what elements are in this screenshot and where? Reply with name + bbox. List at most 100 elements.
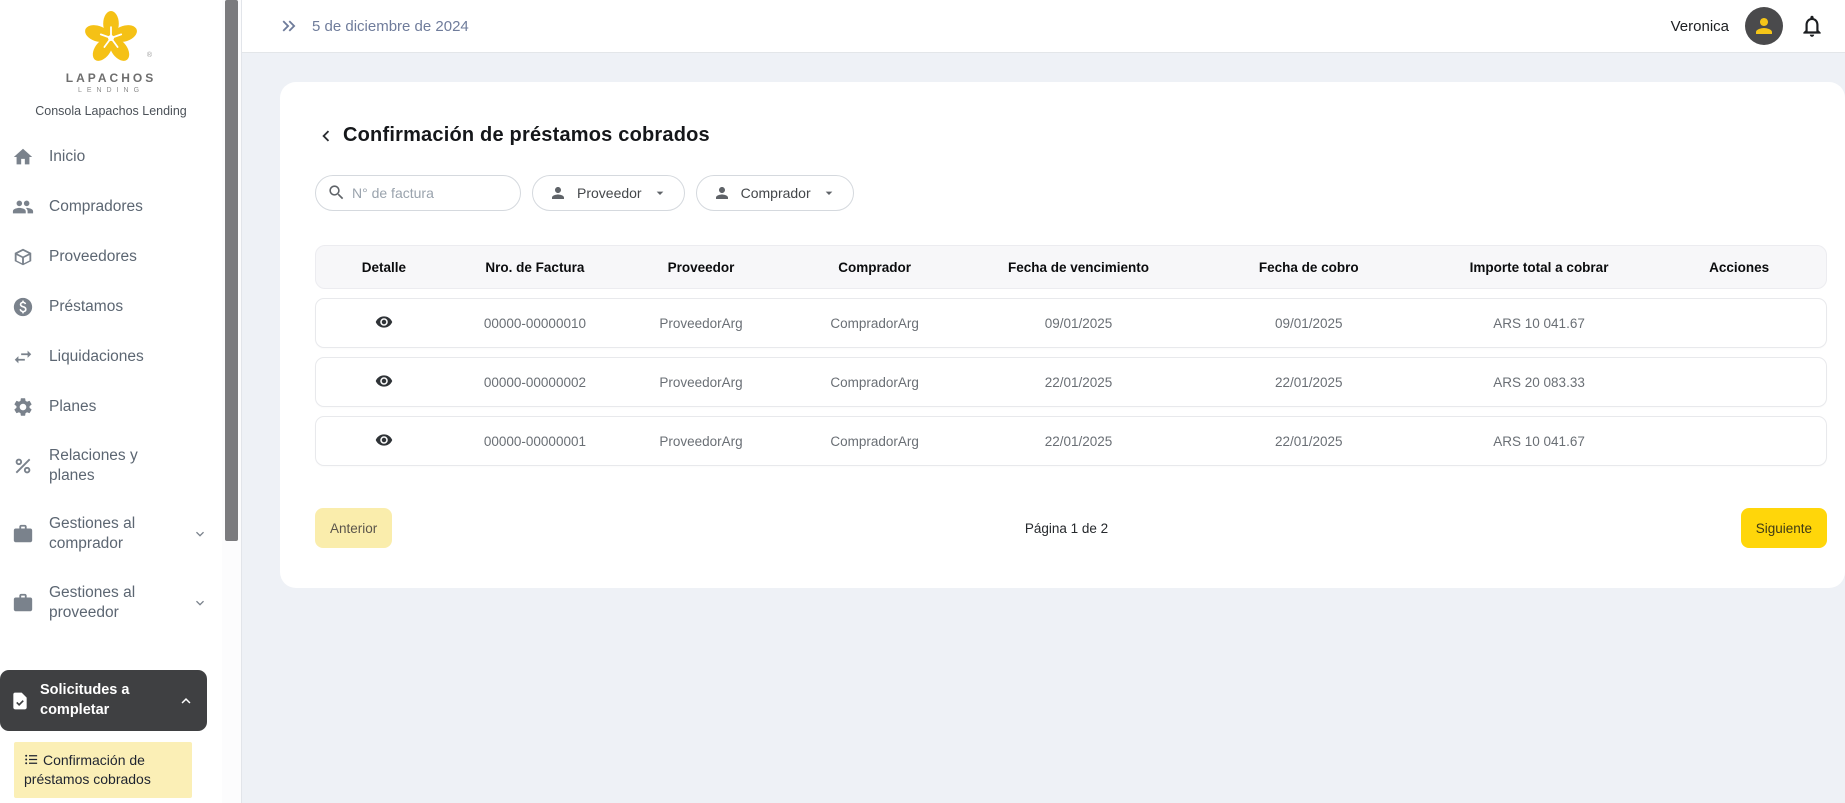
document-check-icon (13, 692, 27, 709)
sidebar-item-label: Proveedores (49, 247, 137, 265)
back-chevron-icon[interactable] (315, 125, 337, 147)
person-icon (552, 187, 564, 199)
brand-logo: ® LAPACHOS LENDING Consola Lapachos Lend… (0, 6, 222, 118)
view-detail-eye-icon[interactable] (373, 429, 395, 454)
user-avatar[interactable] (1745, 7, 1783, 45)
checklist-icon (25, 754, 38, 765)
buyers-people-icon (12, 200, 34, 214)
brand-name: LAPACHOS (65, 71, 157, 85)
sidebar-item-relaciones-y-planes[interactable]: Relaciones y planes (0, 432, 222, 500)
fecha-vencimiento: 22/01/2025 (1044, 374, 1113, 390)
person-icon (1756, 18, 1772, 34)
title-row: Confirmación de préstamos cobrados (315, 124, 1827, 147)
briefcase-icon (13, 525, 33, 543)
invoice-number: 00000-00000002 (483, 374, 586, 390)
sidebar-item-inicio[interactable]: Inicio (0, 132, 222, 182)
view-detail-eye-icon[interactable] (373, 311, 395, 336)
sidebar-scrollbar[interactable] (222, 0, 242, 803)
table-header: Detalle Nro. de Factura Proveedor Compra… (315, 245, 1827, 289)
confirmation-card: Confirmación de préstamos cobrados Prove… (280, 82, 1845, 588)
briefcase-icon (13, 593, 33, 611)
comprador-name: CompradorArg (830, 374, 919, 390)
chevron-down-icon (196, 532, 204, 538)
scrollbar-thumb[interactable] (225, 0, 238, 541)
home-icon (13, 148, 33, 165)
sidebar-subitem-confirmacion-prestamos-cobrados[interactable]: Confirmación de préstamos cobrados (14, 742, 192, 798)
comprador-name: CompradorArg (830, 433, 919, 449)
filters-row: Proveedor Comprador (315, 175, 1827, 211)
table-row: 00000-00000001 ProveedorArg CompradorArg… (315, 416, 1827, 466)
col-header-fecha-cobro: Fecha de cobro (1258, 259, 1359, 275)
table-row: 00000-00000002 ProveedorArg CompradorArg… (315, 357, 1827, 407)
sidebar-item-label: Inicio (49, 147, 86, 165)
person-icon (715, 187, 728, 199)
sidebar-item-liquidaciones[interactable]: Liquidaciones (0, 332, 222, 382)
sidebar-item-compradores[interactable]: Compradores (0, 182, 222, 232)
sidebar-item-proveedores[interactable]: Proveedores (0, 232, 222, 282)
user-name: Veronica (1670, 17, 1729, 35)
sidebar-item-prestamos[interactable]: Préstamos (0, 282, 222, 332)
next-page-button[interactable]: Siguiente (1740, 508, 1827, 548)
sidebar-item-gestiones-al-comprador[interactable]: Gestiones al comprador (0, 500, 222, 568)
invoice-number: 00000-00000010 (483, 315, 586, 331)
filter-label: Comprador (740, 185, 811, 201)
sidebar: ® LAPACHOS LENDING Consola Lapachos Lend… (0, 0, 222, 803)
page-info: Página 1 de 2 (1024, 520, 1109, 536)
proveedor-name: ProveedorArg (659, 433, 743, 449)
percent-icon (15, 458, 31, 474)
col-header-importe: Importe total a cobrar (1469, 259, 1609, 275)
proveedor-name: ProveedorArg (659, 315, 743, 331)
sidebar-item-solicitudes-a-completar[interactable]: Solicitudes a completar (0, 670, 207, 732)
loans-table: Detalle Nro. de Factura Proveedor Compra… (315, 245, 1827, 466)
fecha-vencimiento: 22/01/2025 (1044, 433, 1113, 449)
sidebar-bottom-group: Solicitudes a completar Confirmación de … (0, 670, 222, 803)
search-icon (329, 185, 344, 200)
sidebar-subitem-label: Confirmación de préstamos cobrados (24, 752, 151, 788)
lapachos-flower-icon: ® (78, 8, 152, 73)
sidebar-item-planes[interactable]: Planes (0, 382, 222, 432)
invoice-search (315, 175, 521, 211)
swap-arrows-icon (14, 350, 32, 364)
topbar: 5 de diciembre de 2024 Veronica (242, 0, 1845, 53)
current-date: 5 de diciembre de 2024 (312, 17, 469, 35)
importe-total: ARS 20 083.33 (1493, 374, 1585, 390)
caret-down-icon (656, 191, 663, 195)
content-area: Confirmación de préstamos cobrados Prove… (242, 53, 1845, 803)
table-row: 00000-00000010 ProveedorArg CompradorArg… (315, 298, 1827, 348)
sidebar-item-gestiones-al-proveedor[interactable]: Gestiones al proveedor (0, 569, 222, 637)
sidebar-item-label: Solicitudes a completar (40, 682, 130, 718)
sidebar-item-label: Planes (49, 397, 97, 415)
caret-down-icon (825, 191, 832, 195)
comprador-name: CompradorArg (830, 315, 919, 331)
proveedor-filter-dropdown[interactable]: Proveedor (532, 175, 685, 211)
col-header-nro-factura: Nro. de Factura (485, 259, 585, 275)
importe-total: ARS 10 041.67 (1493, 315, 1585, 331)
sidebar-item-label: Liquidaciones (49, 347, 144, 365)
importe-total: ARS 10 041.67 (1493, 433, 1585, 449)
comprador-filter-dropdown[interactable]: Comprador (695, 175, 854, 211)
col-header-detalle: Detalle (361, 259, 407, 275)
pagination: Anterior Página 1 de 2 Siguiente (315, 508, 1827, 548)
coin-dollar-icon (13, 297, 33, 317)
col-header-proveedor: Proveedor (667, 259, 735, 275)
notifications-bell-icon[interactable] (1799, 13, 1825, 39)
double-chevron-right-icon[interactable] (278, 15, 300, 37)
sidebar-item-label: Gestiones al proveedor (49, 583, 136, 621)
invoice-number: 00000-00000001 (483, 433, 586, 449)
chevron-up-icon (181, 697, 191, 704)
col-header-acciones: Acciones (1709, 259, 1770, 275)
view-detail-eye-icon[interactable] (373, 370, 395, 395)
proveedor-name: ProveedorArg (659, 374, 743, 390)
sidebar-item-label: Compradores (49, 197, 143, 215)
registered-mark: ® (146, 52, 152, 59)
main-area: 5 de diciembre de 2024 Veronica Confirma… (242, 0, 1845, 803)
fecha-vencimiento: 09/01/2025 (1044, 315, 1113, 331)
sidebar-item-label: Gestiones al comprador (49, 515, 136, 553)
fecha-cobro: 22/01/2025 (1275, 433, 1343, 449)
sidebar-nav: Inicio Compradores Proveedores Préstamos… (0, 132, 222, 637)
fecha-cobro: 09/01/2025 (1275, 315, 1343, 331)
page-title: Confirmación de préstamos cobrados (343, 124, 710, 146)
previous-page-button[interactable]: Anterior (315, 508, 393, 548)
chevron-down-icon (196, 600, 204, 606)
console-title: Consola Lapachos Lending (35, 104, 187, 118)
